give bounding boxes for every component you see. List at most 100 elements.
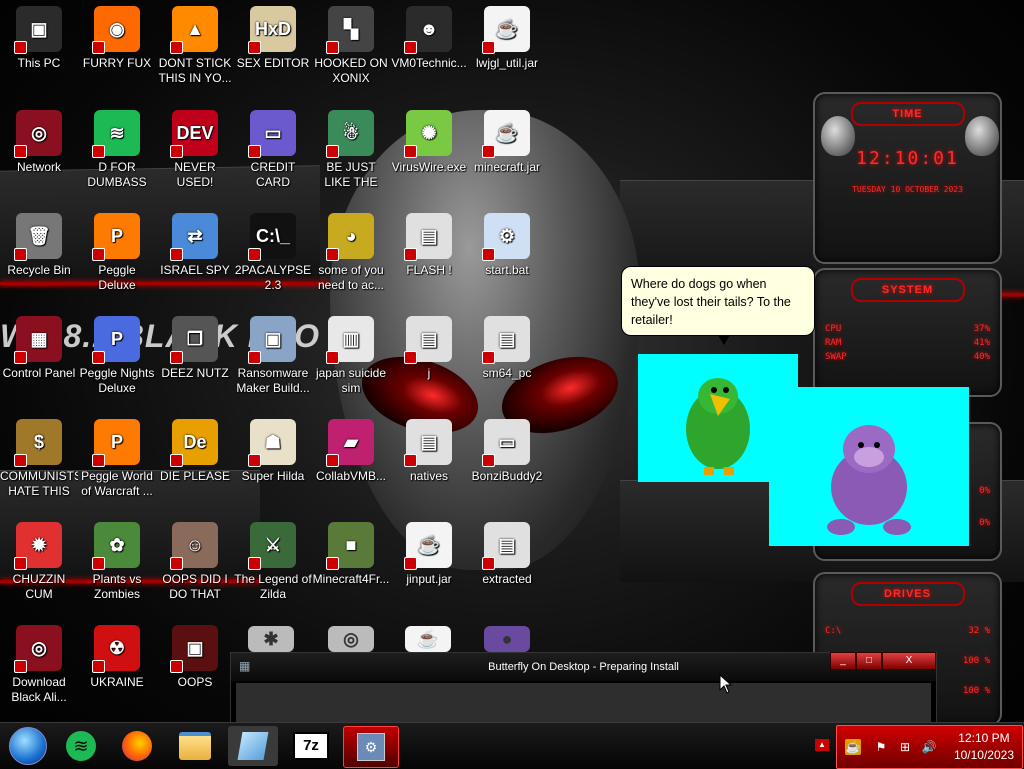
desktop-icon[interactable]: DEV NEVER USED!	[156, 110, 234, 190]
shortcut-arrow-icon	[482, 248, 495, 261]
desktop-icon-label: sm64_pc	[482, 366, 532, 380]
desktop-icon-label: Super Hilda	[241, 469, 305, 483]
system-panel: SYSTEM CPU 37% RAM 41% SWAP 40%	[813, 268, 1002, 397]
desktop-icon[interactable]: ⇄ ISRAEL SPY	[156, 213, 234, 278]
desktop-icon-label: Ransomware Maker Build...	[236, 366, 310, 395]
desktop-icon-label: OOPS DID I DO THAT	[162, 572, 228, 601]
desktop-icon[interactable]: ≋ D FOR DUMBASS	[78, 110, 156, 190]
desktop-icon[interactable]: ✺ VirusWire.exe	[390, 110, 468, 175]
taskbar-7zip[interactable]: 7z	[286, 726, 336, 766]
desktop-icon[interactable]: ☃BE JUST LIKE THE DUDE!	[312, 110, 390, 190]
desktop-icon[interactable]: ☻ VM0Technic...	[390, 6, 468, 71]
desktop-icon[interactable]: ▤ sm64_pc	[468, 316, 546, 381]
taskbar-file-explorer[interactable]	[170, 726, 220, 766]
desktop-icon[interactable]: ◕ some of you need to ac...	[312, 213, 390, 293]
taskbar-notepad[interactable]	[228, 726, 278, 766]
desktop-icon[interactable]: ▚ HOOKED ON XONIX	[312, 6, 390, 86]
shortcut-arrow-icon	[92, 557, 105, 570]
bonzi-icon[interactable]: ●	[484, 626, 530, 652]
window-minimize-button[interactable]: _	[830, 652, 856, 670]
desktop-icon-label: j	[427, 366, 431, 380]
java-update-icon[interactable]: ☕	[845, 739, 861, 755]
desktop-icon[interactable]: ▣ OOPS	[156, 625, 234, 690]
stat-row: CPU 37%	[815, 322, 1000, 336]
desktop-icon[interactable]: ◉ FURRY FUX	[78, 6, 156, 71]
peggle-icon: P	[92, 419, 140, 467]
desktop-icon[interactable]: ⚙ start.bat	[468, 213, 546, 278]
desktop-icon-label: Peggle World of Warcraft ...	[81, 469, 153, 498]
desktop-icon[interactable]: De DIE PLEASE	[156, 419, 234, 484]
tool-icon[interactable]: ✱	[248, 626, 294, 652]
desktop-icon[interactable]: 🗑 Recycle Bin	[0, 213, 78, 278]
desktop-icon[interactable]: ▣ Ransomware Maker Build...	[234, 316, 312, 396]
desktop-icon[interactable]: ▤ FLASH !	[390, 213, 468, 278]
desktop-icon[interactable]: ☺ OOPS DID I DO THAT	[156, 522, 234, 602]
volume-icon[interactable]: 🔊	[921, 739, 937, 755]
desktop-icon[interactable]: ☢ UKRAINE	[78, 625, 156, 690]
desktop-icon[interactable]: ▭ BonziBuddy2	[468, 419, 546, 484]
desktop-icon[interactable]: P Peggle Deluxe	[78, 213, 156, 293]
desktop-icon[interactable]: ▭CREDIT CARD CHECKER	[234, 110, 312, 190]
desktop-icon[interactable]: ☕ jinput.jar	[390, 522, 468, 587]
show-hidden-icons-button[interactable]: ▲	[815, 739, 829, 751]
desktop-icon[interactable]: ☕ lwjgl_util.jar	[468, 6, 546, 71]
desktop-icon[interactable]: ☕ minecraft.jar	[468, 110, 546, 175]
desktop-icon[interactable]: ◎ Download Black Ali...	[0, 625, 78, 705]
desktop-icon[interactable]: P Peggle Nights Deluxe	[78, 316, 156, 396]
desktop-icon[interactable]: ◎ Network	[0, 110, 78, 175]
desktop-icon[interactable]: ❐ DEEZ NUTZ	[156, 316, 234, 381]
network-tray-icon[interactable]: ⊞	[897, 739, 913, 755]
desktop-icon-label: NEVER USED!	[174, 160, 216, 189]
ring-icon[interactable]: ◎	[328, 626, 374, 652]
recycle-bin-icon: 🗑	[14, 213, 62, 261]
dev-cpp-icon: DEV	[170, 110, 218, 158]
taskbar-firefox[interactable]	[112, 726, 162, 766]
start-button[interactable]	[3, 726, 53, 766]
desktop-icon[interactable]: ✹ CHUZZIN CUM	[0, 522, 78, 602]
desktop-icon[interactable]: ▥ japan suicide sim	[312, 316, 390, 396]
desktop-icon[interactable]: ▤ j	[390, 316, 468, 381]
taskbar-installer-active[interactable]: ⚙	[343, 726, 399, 768]
desktop-icon[interactable]: ▤ extracted	[468, 522, 546, 587]
stat-row: SWAP 40%	[815, 350, 1000, 364]
shortcut-arrow-icon	[92, 351, 105, 364]
shortcut-arrow-icon	[482, 351, 495, 364]
desktop-icon-label: start.bat	[485, 263, 529, 277]
bonzi-gorilla-icon	[827, 425, 911, 535]
terminal-icon: C:\_	[248, 213, 296, 261]
window-close-button[interactable]: X	[882, 652, 936, 670]
desktop-icon[interactable]: $COMMUNISTS HATE THIS G...	[0, 419, 78, 499]
desktop-icon[interactable]: ■ Minecraft4Fr...	[312, 522, 390, 587]
desktop-icon[interactable]: C:\_ 2PACALYPSE 2.3	[234, 213, 312, 293]
stat-label: SWAP	[825, 352, 847, 362]
action-center-flag-icon[interactable]: ⚑	[873, 739, 889, 755]
java-jar-icon[interactable]: ☕	[405, 626, 451, 652]
desktop-icon[interactable]: ▰ CollabVMB...	[312, 419, 390, 484]
elf-game-icon: ☃	[326, 110, 374, 158]
bonzi-agent-window[interactable]	[769, 387, 969, 546]
shortcut-arrow-icon	[92, 660, 105, 673]
desktop-icon-label: COMMUNISTS HATE THIS G...	[0, 469, 78, 498]
shortcut-arrow-icon	[404, 41, 417, 54]
taskbar-spotify[interactable]: ≋	[56, 726, 106, 766]
mouse-cursor-icon	[719, 674, 733, 694]
desktop-icon[interactable]: P Peggle World of Warcraft ...	[78, 419, 156, 499]
clock-date: 10/10/2023	[953, 748, 1014, 762]
taskbar-clock[interactable]: 12:10 PM 10/10/2023	[954, 730, 1014, 764]
desktop-icon-label: D FOR DUMBASS	[87, 160, 147, 189]
desktop-icon[interactable]: ⚔ The Legend of Zilda	[234, 522, 312, 602]
desktop-icon[interactable]: ▲ DONT STICK THIS IN YO...	[156, 6, 234, 86]
desktop-icon[interactable]: HxD SEX EDITOR	[234, 6, 312, 71]
desktop-icon[interactable]: ☗ Super Hilda	[234, 419, 312, 484]
desktop-icon-label: CollabVMB...	[315, 469, 387, 483]
desktop-icon[interactable]: ▦ Control Panel	[0, 316, 78, 381]
desktop-icon[interactable]: ✿ Plants vs Zombies	[78, 522, 156, 602]
shortcut-arrow-icon	[14, 145, 27, 158]
desktop-icon-label: extracted	[482, 572, 532, 586]
window-maximize-button[interactable]: □	[856, 652, 882, 670]
desktop-icon[interactable]: ▤ natives	[390, 419, 468, 484]
desktop-icon[interactable]: ▣ This PC	[0, 6, 78, 71]
minecraft-block-icon: ■	[326, 522, 374, 570]
shortcut-arrow-icon	[248, 41, 261, 54]
bear-cartoon-icon: ◕	[326, 213, 374, 261]
